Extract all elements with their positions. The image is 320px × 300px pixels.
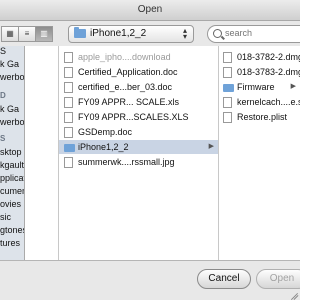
button-bar: Cancel Open [0,260,300,300]
folder-icon [74,27,86,38]
document-icon [64,97,73,108]
folder-icon [64,144,75,152]
document-icon [64,127,73,138]
item-label: 018-3782-2.dmg [237,52,300,62]
location-popup[interactable]: iPhone1,2_2 ▴ ▾ [68,25,194,43]
document-icon [64,67,73,78]
file-browser: apple_ipho....download Certified_Applicat… [25,46,300,260]
sidebar-item[interactable]: k Ga [0,59,19,69]
sidebar-section-header: S [0,134,6,143]
search-icon [213,29,222,38]
file-list-item[interactable]: Restore.plist [218,110,300,124]
browser-column-2[interactable]: 018-3782-2.dmg 018-3783-2.dmg Firmware ▶ ker… [218,46,300,260]
document-icon [223,97,232,108]
item-label: GSDemp.doc [78,127,133,137]
file-list-item[interactable]: apple_ipho....download [59,50,218,64]
sidebar-item[interactable]: tures [0,238,20,248]
cancel-button[interactable]: Cancel [197,269,251,289]
item-label: FY09 APPR...SCALES.XLS [78,112,189,122]
sidebar-item[interactable]: S [0,46,6,56]
chevron-updown-icon: ▴ ▾ [182,26,187,41]
resize-grip-icon[interactable] [290,291,299,300]
item-label: kernelcach....e.s5l8900x [237,97,300,107]
sidebar-item[interactable]: kgault [0,160,24,170]
document-icon [223,112,232,123]
sidebar-item[interactable]: gtones [0,225,24,235]
document-icon [64,112,73,123]
document-icon [64,157,73,168]
sidebar-item[interactable]: cuments [0,186,24,196]
sidebar-item[interactable]: sktop [0,147,22,157]
sidebar-item[interactable]: sic [0,212,11,222]
item-label: Restore.plist [237,112,288,122]
item-label: Certified_Application.doc [78,67,178,77]
sidebar-item[interactable]: k Ga [0,104,19,114]
item-label: Firmware [237,82,275,92]
folder-list-item[interactable]: iPhone1,2_2 ▶ [59,140,218,154]
file-list-item[interactable]: certified_e...ber_03.doc [59,80,218,94]
location-label: iPhone1,2_2 [90,28,147,39]
file-list-item[interactable]: FY09 APPR... SCALE.xls [59,95,218,109]
file-list-item[interactable]: GSDemp.doc [59,125,218,139]
sidebar: Sk Ga werbo Dk Ga werbo Ssktop kgault pplicati… [0,46,25,260]
column-view-icon[interactable]: ▥ [35,26,53,42]
item-label: summerwk....rssmall.jpg [78,157,175,167]
document-icon [64,82,73,93]
dialog-title: Open [0,0,300,21]
toolbar: ▦ ≡ ▥ iPhone1,2_2 ▴ ▾ [0,21,300,45]
sidebar-item[interactable]: pplicati [0,173,24,183]
folder-list-item[interactable]: Firmware ▶ [218,80,300,94]
chevron-right-icon: ▶ [208,143,214,150]
item-label: certified_e...ber_03.doc [78,82,173,92]
item-label: 018-3783-2.dmg [237,67,300,77]
file-list-item[interactable]: 018-3783-2.dmg [218,65,300,79]
item-label: apple_ipho....download [78,52,171,62]
file-list-item[interactable]: Certified_Application.doc [59,65,218,79]
file-list-item[interactable]: 018-3782-2.dmg [218,50,300,64]
folder-icon [223,84,234,92]
document-icon [223,52,232,63]
browser-column-1[interactable]: apple_ipho....download Certified_Applicat… [58,46,219,260]
file-list-item[interactable]: FY09 APPR...SCALES.XLS [59,110,218,124]
icon-view-icon[interactable]: ▦ [1,26,19,42]
document-icon [223,67,232,78]
document-icon [64,52,73,63]
search-input[interactable] [225,27,295,39]
sidebar-item[interactable]: ovies [0,199,21,209]
open-dialog: Open ▦ ≡ ▥ iPhone1,2_2 ▴▾ Sk Ga werbo Dk G… [0,0,300,300]
view-mode-segmented-control[interactable]: ▦ ≡ ▥ [1,26,53,42]
chevron-right-icon: ▶ [290,83,296,90]
sidebar-item[interactable]: werbo [0,72,24,82]
list-view-icon[interactable]: ≡ [18,26,36,42]
file-list-item[interactable]: kernelcach....e.s5l8900x [218,95,300,109]
search-field[interactable] [207,25,300,43]
file-list-item[interactable]: summerwk....rssmall.jpg [59,155,218,169]
item-label: FY09 APPR... SCALE.xls [78,97,180,107]
item-label: iPhone1,2_2 [78,142,129,152]
sidebar-item[interactable]: werbo [0,117,24,127]
open-button[interactable]: Open [256,269,300,289]
sidebar-section-header: D [0,91,6,100]
